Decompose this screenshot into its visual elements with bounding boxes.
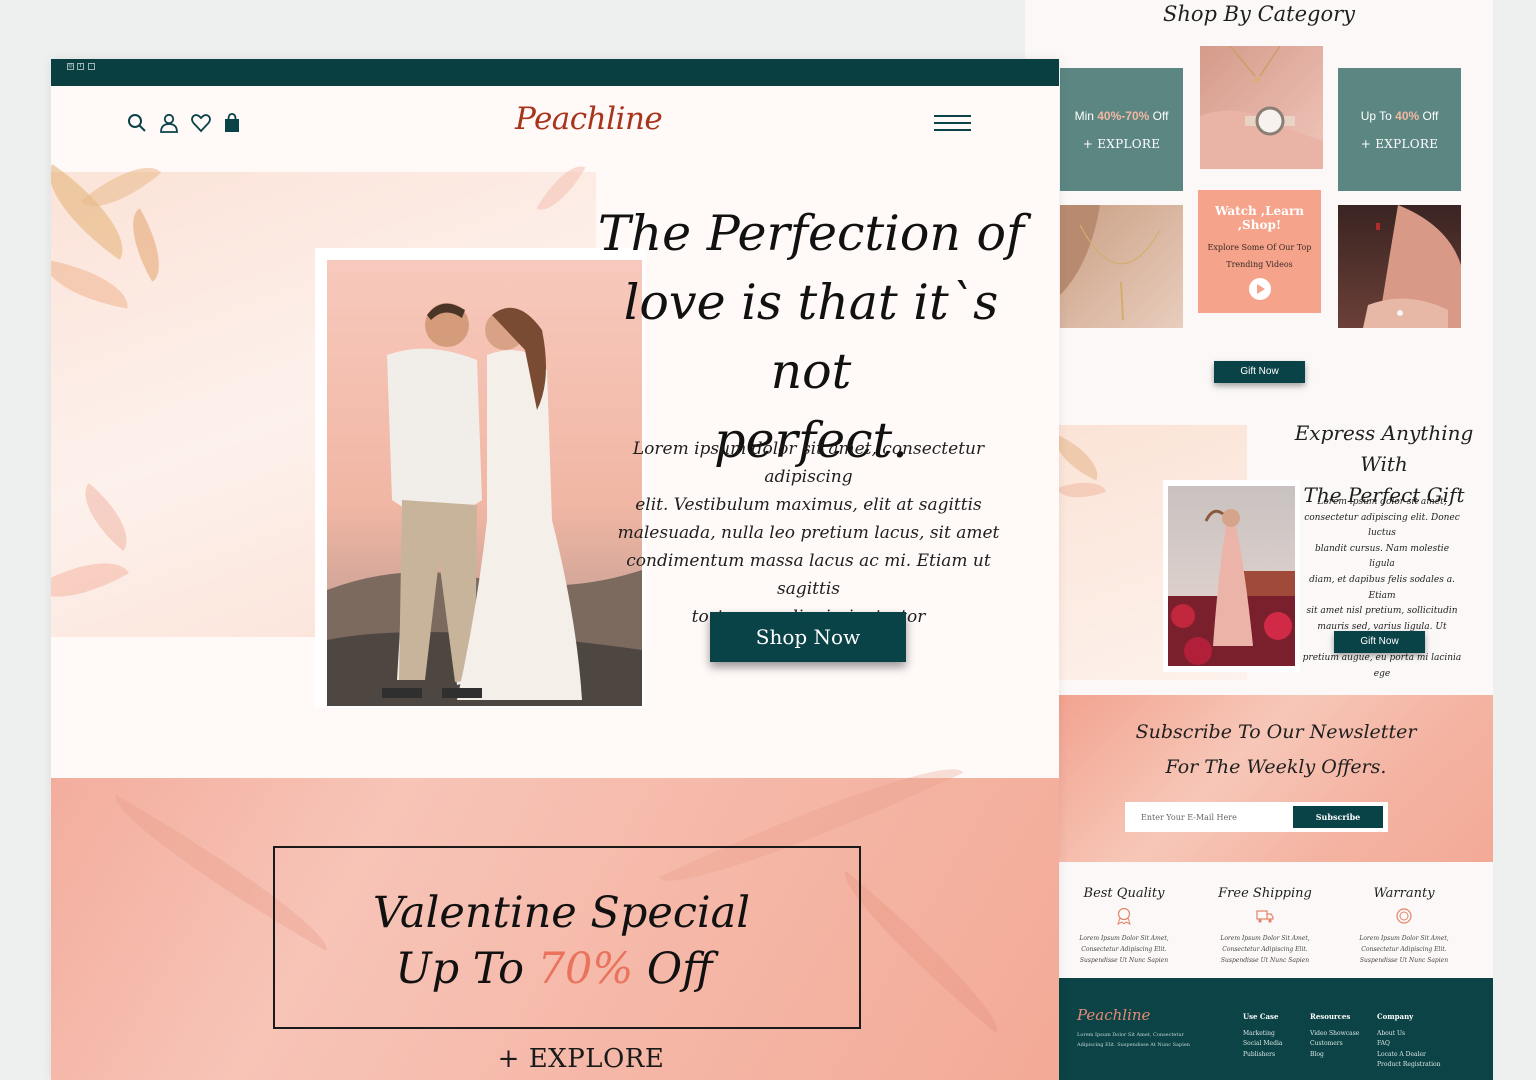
valentine-promo-section: Valentine Special Up To 70% Off + EXPLOR… xyxy=(51,741,1059,1080)
footer-logo[interactable]: Peachline xyxy=(1077,1006,1150,1024)
top-bar: ◎ f · xyxy=(51,59,1059,86)
secondary-page-preview: Shop By Category Min 40%-70% Off + EXPLO… xyxy=(1025,0,1493,1080)
shop-now-button[interactable]: Shop Now xyxy=(710,612,906,662)
gift-description: Lorem ipsum dolor sit amet, consectetur a… xyxy=(1302,497,1462,679)
feature-text: Lorem Ipsum Dolor Sit Amet, Consectetur … xyxy=(1359,935,1449,964)
footer-link[interactable]: Marketing xyxy=(1243,1029,1282,1040)
footer-description: Lorem Ipsum Dolor Sit Amet, Consectetur … xyxy=(1077,1032,1191,1048)
necklace-product-image[interactable] xyxy=(1060,205,1183,328)
promo-frame: Valentine Special Up To 70% Off xyxy=(273,846,861,1029)
feature-free-shipping: Free Shipping Lorem Ipsum Dolor Sit Amet… xyxy=(1195,886,1335,966)
footer-link[interactable]: Video Showcase xyxy=(1310,1029,1359,1040)
feature-title: Free Shipping xyxy=(1218,886,1312,901)
truck-icon xyxy=(1256,910,1274,923)
tile-discount-text: Min 40%-70% Off xyxy=(1074,108,1169,123)
newsletter-section: Subscribe To Our Newsletter For The Weekl… xyxy=(1059,695,1493,862)
email-input[interactable] xyxy=(1125,802,1295,832)
play-icon[interactable] xyxy=(1248,277,1271,300)
hero-title: The Perfection of love is that it`s not … xyxy=(597,205,1025,469)
category-tile-min-off[interactable]: Min 40%-70% Off + EXPLORE xyxy=(1060,68,1183,191)
footer-link[interactable]: FAQ xyxy=(1377,1039,1440,1050)
video-title: Watch ,Learn ,Shop! xyxy=(1214,203,1305,232)
feature-best-quality: Best Quality Lorem Ipsum Dolor Sit Amet,… xyxy=(1054,886,1194,966)
promo-title: Valentine Special xyxy=(372,888,751,938)
footer-col-resources: Resources Video Showcase Customers Blog xyxy=(1310,1012,1359,1060)
footer-link[interactable]: Locate A Dealer xyxy=(1377,1050,1440,1061)
gift-now-button[interactable]: Gift Now xyxy=(1214,361,1305,383)
facebook-icon[interactable]: f xyxy=(77,63,84,70)
hero-description: Lorem ipsum dolor sit amet, consectetur … xyxy=(617,439,1000,627)
bag-icon[interactable] xyxy=(222,113,242,133)
category-title: Shop By Category xyxy=(1162,2,1356,26)
tile-explore-link[interactable]: + EXPLORE xyxy=(1083,137,1161,151)
user-icon[interactable] xyxy=(159,113,179,133)
badge-icon xyxy=(1117,907,1131,925)
promo-discount: Up To 70% Off xyxy=(395,944,713,994)
footer-link[interactable]: Customers xyxy=(1310,1039,1359,1050)
footer-link[interactable]: Publishers xyxy=(1243,1050,1282,1061)
search-icon[interactable] xyxy=(127,113,147,133)
footer-col-company: Company About Us FAQ Locate A Dealer Pro… xyxy=(1377,1012,1440,1071)
footer-link[interactable]: About Us xyxy=(1377,1029,1440,1040)
subscribe-button[interactable]: Subscribe xyxy=(1293,806,1383,828)
category-tile-up-to-off[interactable]: Up To 40% Off + EXPLORE xyxy=(1338,68,1461,191)
newsletter-form: Subscribe xyxy=(1125,802,1388,832)
twitter-icon[interactable]: · xyxy=(88,63,95,70)
main-page-preview: ◎ f · Peachline The Perfection of love i… xyxy=(51,59,1059,1080)
newsletter-title: Subscribe To Our Newsletter For The Weekl… xyxy=(1135,721,1417,778)
brand-logo[interactable]: Peachline xyxy=(515,101,663,137)
video-promo-tile[interactable]: Watch ,Learn ,Shop! Explore Some Of Our … xyxy=(1198,190,1321,313)
footer-link[interactable]: Product Registration xyxy=(1377,1060,1440,1071)
gift-photo xyxy=(1168,486,1295,666)
footer: Peachline Lorem Ipsum Dolor Sit Amet, Co… xyxy=(1059,978,1493,1080)
hero-couple-photo xyxy=(327,260,642,706)
watch-product-image[interactable] xyxy=(1200,45,1323,169)
gift-now-button-2[interactable]: Gift Now xyxy=(1334,631,1425,653)
heart-icon[interactable] xyxy=(191,113,211,133)
feature-warranty: Warranty Lorem Ipsum Dolor Sit Amet, Con… xyxy=(1334,886,1474,966)
tile-explore-link[interactable]: + EXPLORE xyxy=(1361,137,1439,151)
promo-explore-link[interactable]: + EXPLORE xyxy=(51,1044,1059,1074)
menu-icon[interactable] xyxy=(934,115,971,133)
ring-product-image[interactable] xyxy=(1338,205,1461,328)
footer-link[interactable]: Social Media xyxy=(1243,1039,1282,1050)
warranty-icon xyxy=(1396,908,1412,924)
feature-title: Best Quality xyxy=(1083,886,1165,901)
footer-link[interactable]: Blog xyxy=(1310,1050,1359,1061)
tile-discount-text: Up To 40% Off xyxy=(1360,108,1439,123)
video-subtitle: Explore Some Of Our Top Trending Videos xyxy=(1207,242,1312,269)
feature-text: Lorem Ipsum Dolor Sit Amet, Consectetur … xyxy=(1079,935,1169,964)
feature-title: Warranty xyxy=(1373,886,1435,901)
footer-col-use-case: Use Case Marketing Social Media Publishe… xyxy=(1243,1012,1282,1060)
instagram-icon[interactable]: ◎ xyxy=(67,63,74,70)
feature-text: Lorem Ipsum Dolor Sit Amet, Consectetur … xyxy=(1220,935,1310,964)
